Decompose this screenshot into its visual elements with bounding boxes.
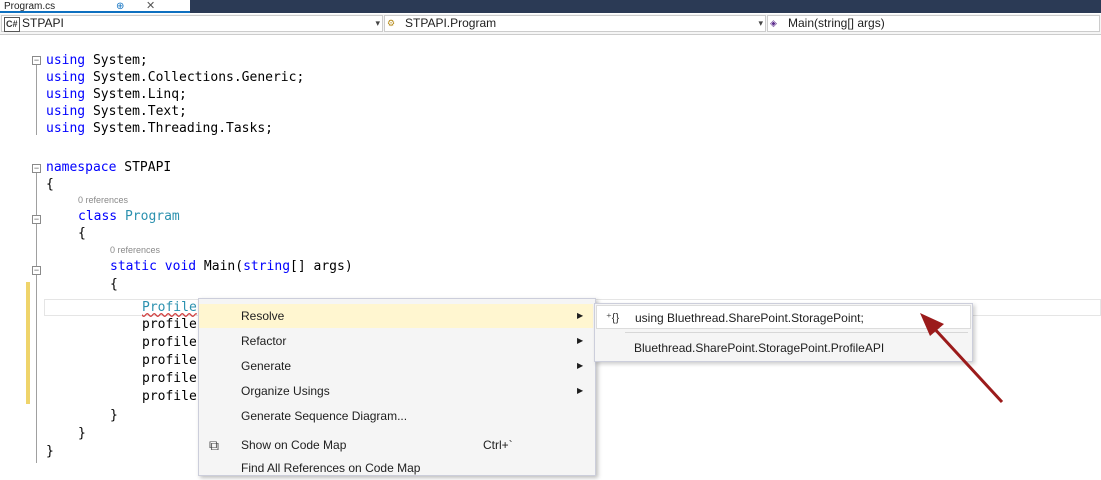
annotation-arrow-shaft <box>930 324 1004 404</box>
annotation-arrow <box>920 313 1004 404</box>
annotation-arrow-head <box>920 313 944 336</box>
